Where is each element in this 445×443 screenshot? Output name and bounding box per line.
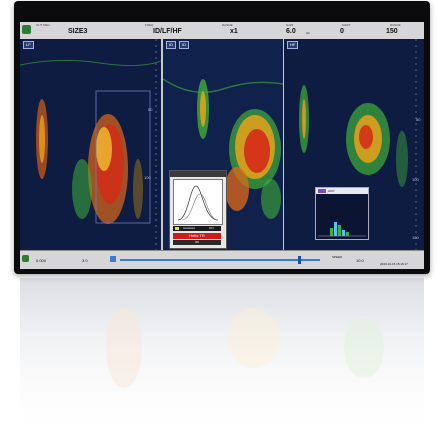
depth-label-100-hf: 100 [412, 177, 419, 182]
popup-red-button[interactable]: Hello TR [173, 233, 221, 239]
datetime: 2020-10-15 15:16:17 [380, 262, 408, 266]
histogram-badge-icon [318, 189, 326, 193]
size-value: SIZE3 [68, 28, 88, 35]
depth-label-150-hf: 150 [412, 235, 419, 240]
timeline-slider[interactable] [120, 259, 320, 261]
menu-icon[interactable] [22, 25, 31, 34]
range-mult-label: RANGE [222, 23, 233, 27]
range-cell[interactable]: RANGE 150 [370, 22, 424, 39]
bottom-status-bar: 0.000 3.0 SPEED 10.0 2020-10-15 15:16:17 [20, 250, 424, 269]
pane-hf-tag: HF [287, 41, 299, 49]
popup-legend-row[interactable]: Assistant ON [173, 226, 221, 231]
pane-id-tag: ID [166, 41, 176, 49]
shift-cell[interactable]: SHIFT 0 [320, 22, 370, 39]
popup-ok-button[interactable]: OK [173, 240, 221, 245]
freq-value: ID/LF/HF [153, 28, 182, 35]
gain-unit: HF [306, 31, 310, 35]
depth-label-50-hf: 50 [416, 117, 421, 122]
record-icon[interactable] [22, 255, 29, 262]
range-label: RANGE [390, 23, 401, 27]
gain-label: GAIN [286, 23, 294, 27]
monitor-reflection [14, 278, 430, 443]
pane-lf-tag: LF [23, 41, 34, 49]
depth-label-50: 50 [148, 107, 153, 112]
shift-label: SHIFT [342, 23, 351, 27]
range-value: 150 [386, 28, 398, 35]
mid-value: 10.0 [356, 258, 364, 263]
size-label: OUT MEU [36, 23, 50, 27]
gain-value: 6.0 [286, 28, 296, 35]
freq-label: FREQ [145, 23, 154, 27]
histogram-chart-icon [316, 194, 368, 238]
mid-label: SPEED [332, 255, 343, 259]
shift-value: 0 [340, 28, 344, 35]
range-mult-cell[interactable]: RANGE x1 [200, 22, 270, 39]
play-icon[interactable] [110, 256, 116, 262]
histogram-header: HIST [316, 188, 368, 194]
range-mult-value: x1 [230, 28, 238, 35]
timeline-handle[interactable] [298, 256, 301, 264]
popup-legend-label: Assistant [183, 226, 196, 230]
echogram-lf-image [20, 39, 161, 250]
pane-id-tag2: ID [179, 41, 189, 49]
bottom-left-value: 0.000 [36, 258, 47, 263]
echogram-pane-lf[interactable]: LF 50 100 [20, 39, 161, 250]
sonar-screen: OUT MEU SIZE3 FREQ ID/LF/HF RANGE x1 GAI… [20, 22, 424, 269]
distribution-curve-icon [177, 185, 219, 221]
freq-cell[interactable]: FREQ ID/LF/HF [115, 22, 195, 39]
top-status-bar: OUT MEU SIZE3 FREQ ID/LF/HF RANGE x1 GAI… [20, 22, 424, 40]
yellow-swatch-icon [175, 227, 179, 230]
speed-value: 3.0 [82, 258, 88, 263]
depth-label-100: 100 [144, 175, 151, 180]
bell-curve-popup[interactable]: Assistant ON Hello TR OK [169, 170, 227, 249]
popup-graph [173, 179, 223, 225]
size-cell[interactable]: OUT MEU SIZE3 [36, 22, 106, 39]
gain-cell[interactable]: GAIN 6.0 HF [270, 22, 320, 39]
reflection-image [20, 278, 424, 443]
histogram-popup[interactable]: HIST [315, 187, 369, 240]
popup-header [170, 171, 226, 177]
histogram-title: HIST [328, 189, 335, 193]
popup-legend-value: ON [209, 226, 214, 230]
